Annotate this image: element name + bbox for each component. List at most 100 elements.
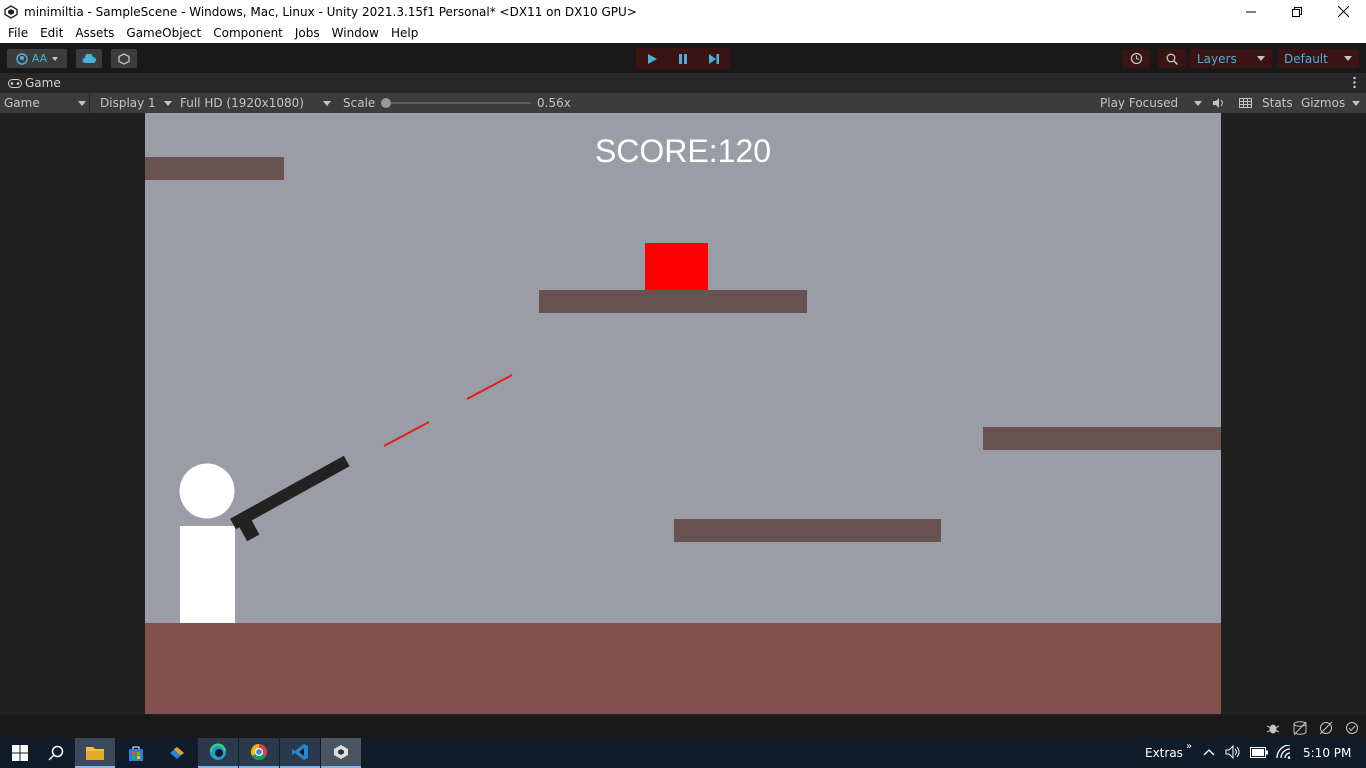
laser-segment [466, 374, 513, 400]
menu-component[interactable]: Component [207, 26, 289, 40]
main-toolbar: AA Layers Default [0, 43, 1366, 73]
scale-slider-handle[interactable] [381, 98, 391, 108]
extras-toolbar-label[interactable]: Extras [1145, 746, 1183, 760]
chevron-down-icon [164, 101, 172, 106]
menu-assets[interactable]: Assets [69, 26, 120, 40]
start-button[interactable] [0, 738, 40, 768]
aspect-button[interactable] [1236, 93, 1254, 113]
cloud-button[interactable] [76, 49, 102, 68]
layout-dropdown[interactable]: Default [1277, 49, 1359, 68]
search-icon [48, 745, 64, 761]
layers-label: Layers [1197, 51, 1237, 66]
play-controls [636, 48, 730, 69]
app-launcher-button[interactable] [157, 738, 197, 768]
wifi-icon[interactable] [1276, 745, 1292, 759]
play-mode-dropdown[interactable]: Play Focused [1096, 93, 1206, 113]
tab-game-label: Game [25, 76, 61, 90]
chrome-icon [250, 743, 267, 761]
scale-value: 0.56x [537, 96, 571, 110]
chevron-right-icon[interactable]: » [1186, 741, 1192, 752]
play-icon [647, 53, 657, 64]
laser-beam [383, 374, 513, 447]
layers-dropdown[interactable]: Layers [1190, 49, 1272, 68]
minimize-button[interactable] [1228, 0, 1274, 23]
step-button[interactable] [699, 48, 730, 69]
menu-file[interactable]: File [0, 26, 34, 40]
search-taskbar-button[interactable] [36, 738, 76, 768]
vscode-button[interactable] [280, 738, 320, 768]
account-button[interactable]: AA [7, 49, 67, 68]
player-and-laser [179, 374, 513, 623]
menu-edit[interactable]: Edit [34, 26, 69, 40]
view-mode-dropdown[interactable]: Game [0, 93, 90, 113]
player-character [179, 455, 350, 623]
search-icon [1166, 53, 1178, 65]
restore-button[interactable] [1274, 0, 1320, 23]
edge-icon [210, 743, 226, 760]
play-button[interactable] [636, 48, 667, 69]
network-off-icon[interactable] [1319, 721, 1333, 735]
chevron-down-icon [78, 101, 86, 106]
stats-button[interactable]: Stats [1262, 93, 1293, 113]
app-icon [170, 747, 184, 759]
player-gun [230, 455, 350, 542]
history-icon [1130, 52, 1142, 65]
game-view: SCORE:120 [0, 113, 1366, 715]
game-options-bar: Game Display 1 Full HD (1920x1080) Scale… [0, 93, 1366, 113]
menu-window[interactable]: Window [326, 26, 385, 40]
folder-icon [86, 746, 104, 760]
laser-segment [383, 421, 430, 447]
menu-gameobject[interactable]: GameObject [120, 26, 207, 40]
battery-icon[interactable] [1250, 747, 1268, 758]
game-viewport[interactable]: SCORE:120 [145, 113, 1221, 714]
status-bar [0, 715, 1366, 738]
windows-icon [12, 745, 28, 761]
menu-jobs[interactable]: Jobs [289, 26, 326, 40]
window-titlebar: minimiltia - SampleScene - Windows, Mac,… [0, 0, 1366, 23]
view-mode-label: Game [4, 96, 40, 110]
clock-time[interactable]: 5:10 PM [1303, 746, 1351, 760]
display-dropdown[interactable]: Display 1 [96, 93, 174, 113]
file-explorer-button[interactable] [75, 738, 115, 768]
window-title: minimiltia - SampleScene - Windows, Mac,… [24, 4, 637, 19]
account-label: AA [31, 52, 48, 65]
collab-button[interactable] [111, 49, 137, 68]
collab-icon [118, 52, 130, 65]
progress-check-icon[interactable] [1345, 721, 1359, 735]
account-icon [16, 52, 28, 65]
history-button[interactable] [1122, 49, 1150, 68]
scale-label: Scale [343, 96, 376, 110]
chevron-down-icon [323, 101, 331, 106]
pause-button[interactable] [667, 48, 698, 69]
vscode-icon [292, 744, 308, 760]
cache-server-icon[interactable] [1293, 721, 1307, 735]
chevron-down-icon[interactable] [1352, 101, 1360, 106]
store-icon [129, 746, 143, 761]
bug-icon[interactable] [1266, 721, 1280, 735]
tab-game[interactable]: Game [0, 76, 61, 90]
grid-icon [1238, 98, 1252, 108]
chrome-button[interactable] [239, 738, 279, 768]
close-button[interactable] [1320, 0, 1366, 23]
chevron-down-icon [1194, 101, 1202, 106]
volume-icon[interactable] [1225, 745, 1241, 759]
scale-slider-track[interactable] [383, 102, 531, 104]
game-tab-bar: Game [0, 73, 1366, 93]
chevron-down-icon [1344, 56, 1352, 61]
unity-icon [4, 4, 18, 19]
gizmos-button[interactable]: Gizmos [1301, 93, 1345, 113]
mute-audio-button[interactable] [1211, 93, 1227, 113]
edge-button[interactable] [198, 738, 238, 768]
step-icon [709, 53, 720, 64]
windows-taskbar: Extras » 5:10 PM [0, 738, 1366, 768]
speaker-icon [1213, 98, 1223, 108]
more-options-icon[interactable] [1353, 76, 1356, 92]
pause-icon [678, 53, 687, 64]
chevron-up-icon[interactable] [1203, 748, 1215, 756]
store-button[interactable] [116, 738, 156, 768]
resolution-dropdown[interactable]: Full HD (1920x1080) [176, 93, 334, 113]
chevron-down-icon [1257, 56, 1265, 61]
search-button[interactable] [1158, 49, 1186, 68]
unity-taskbar-button[interactable] [321, 738, 361, 768]
menu-help[interactable]: Help [385, 26, 424, 40]
